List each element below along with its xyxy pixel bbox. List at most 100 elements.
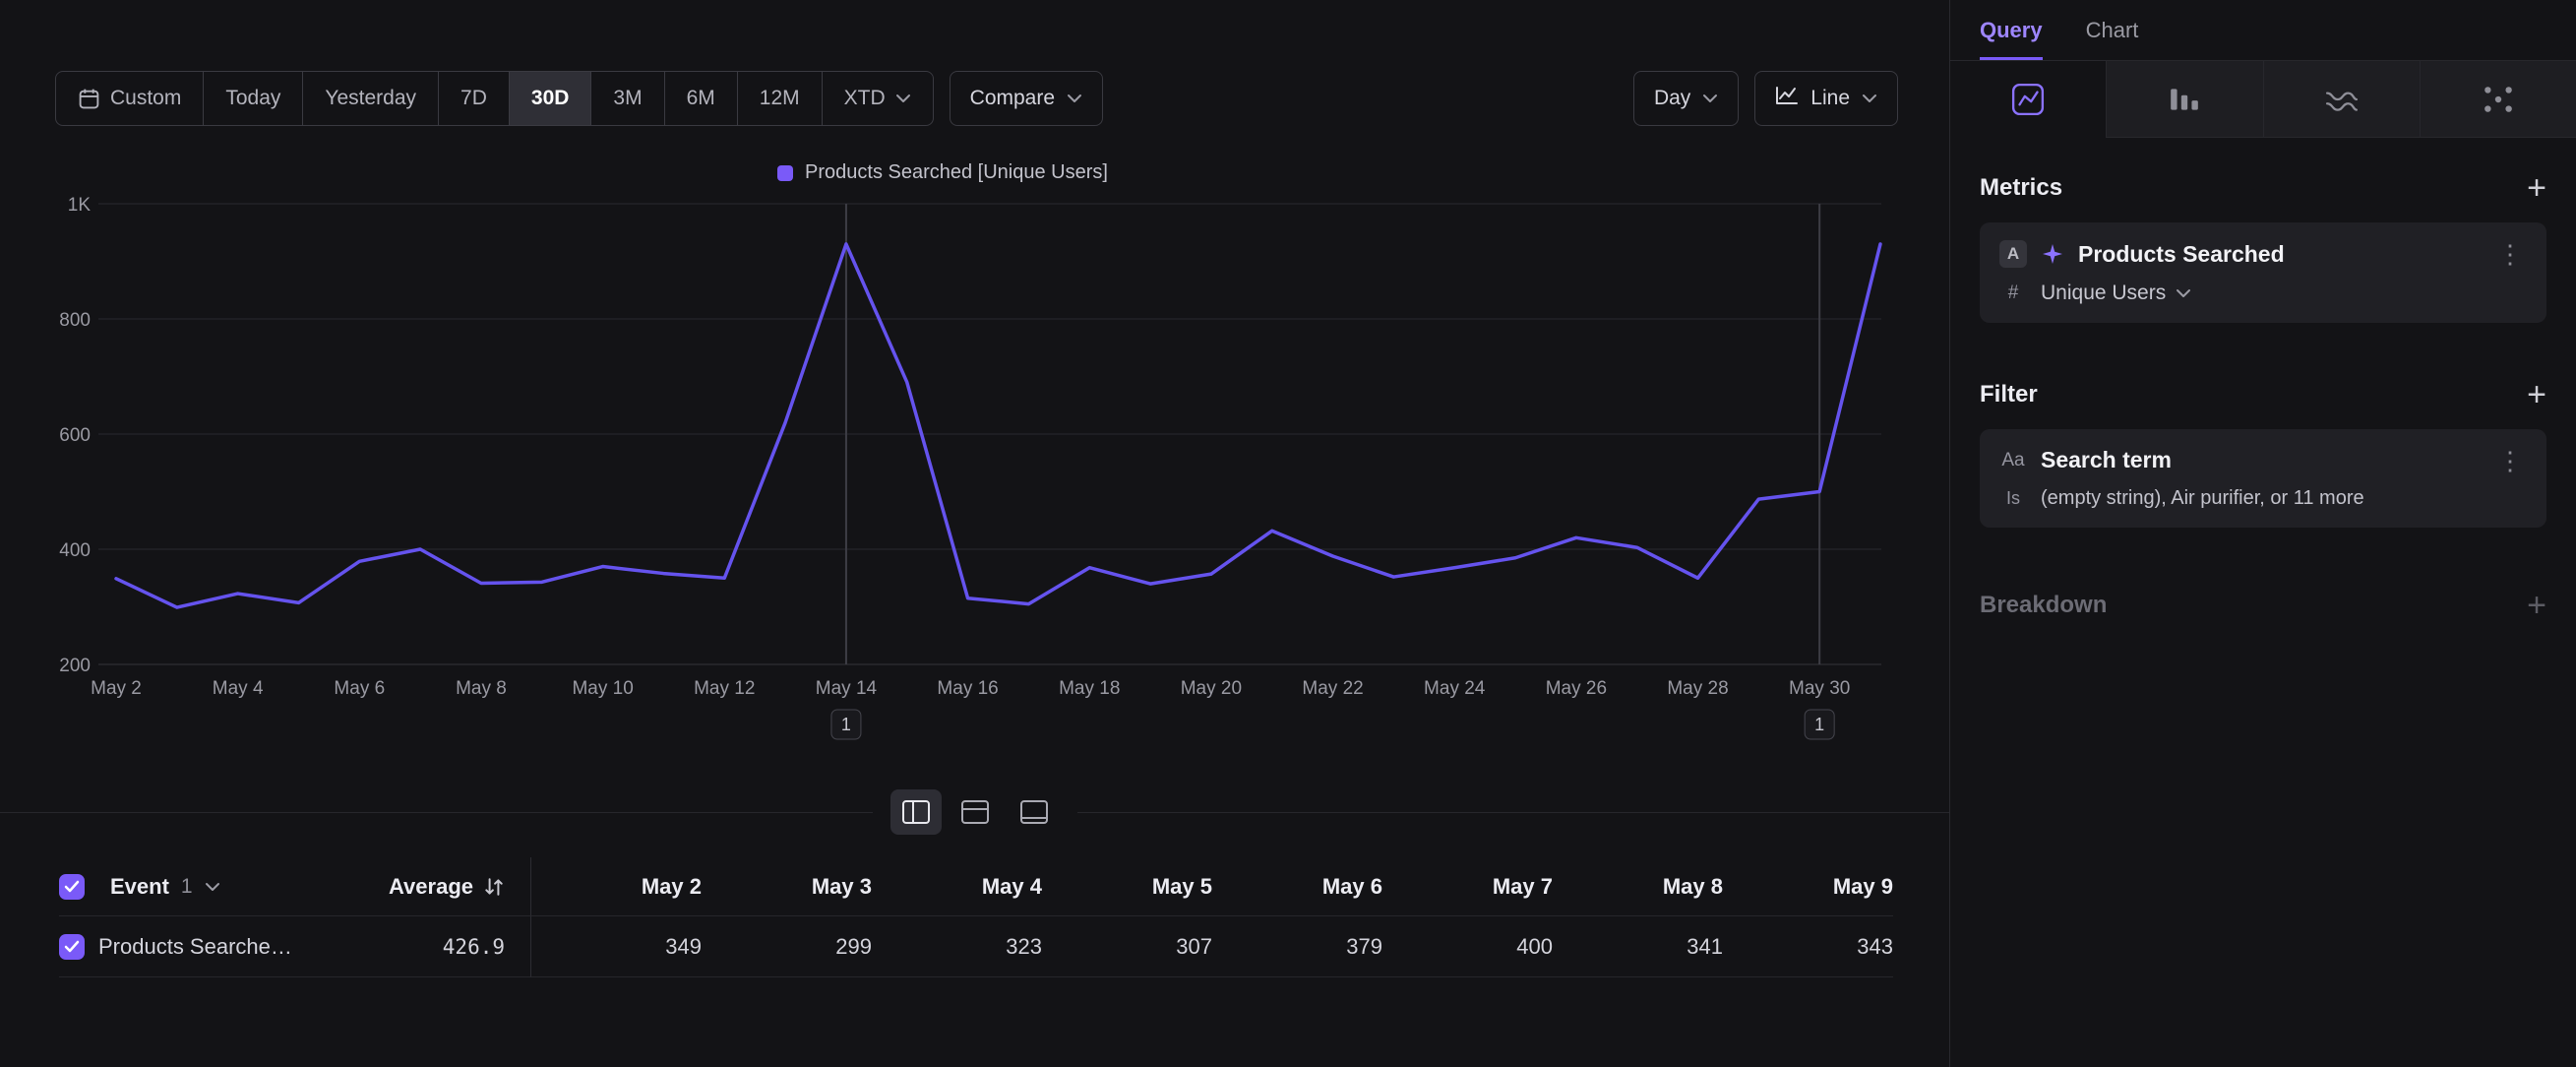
insights-tab[interactable]	[1950, 61, 2106, 138]
x-axis-label: May 28	[1667, 678, 1728, 699]
aggregation-prefix: #	[1999, 282, 2027, 304]
range-30d[interactable]: 30D	[509, 72, 591, 125]
chevron-down-icon	[1067, 94, 1082, 103]
custom-range-icon	[78, 88, 100, 110]
tab-chart[interactable]: Chart	[2086, 0, 2139, 60]
funnels-tab[interactable]	[2106, 61, 2262, 138]
chart-type-dropdown[interactable]: Line	[1754, 71, 1898, 126]
analytics-app: Custom Today Yesterday 7D 30D 3M 6M 12M XTD Comp…	[0, 0, 2576, 1067]
breakdown-section-title: Breakdown	[1980, 592, 2107, 619]
compare-label: Compare	[970, 87, 1055, 110]
range-label: XTD	[844, 87, 886, 110]
x-axis-label: May 8	[456, 678, 507, 699]
filter-card[interactable]: Aa Search term ⋮ Is (empty string), Air …	[1980, 429, 2546, 528]
y-axis-label: 1K	[68, 195, 92, 216]
flows-tab[interactable]	[2420, 61, 2576, 138]
range-label: Custom	[110, 87, 181, 110]
range-custom[interactable]: Custom	[56, 72, 203, 125]
x-axis-label: May 22	[1302, 678, 1363, 699]
y-axis-label: 200	[59, 656, 91, 676]
date-column-header[interactable]: May 8	[1553, 857, 1723, 916]
range-label: 12M	[760, 87, 800, 110]
layout-split-horizontal-button[interactable]	[890, 789, 942, 835]
range-label: 7D	[460, 87, 487, 110]
add-metric-button[interactable]: +	[2527, 173, 2546, 203]
metric-name: Products Searched	[2078, 241, 2480, 268]
breakdown-table: Event 1 Average May 2May 3May 4May 5May …	[59, 857, 1949, 977]
query-panel: Query Chart Metrics +	[1949, 0, 2576, 1067]
report-main: Custom Today Yesterday 7D 30D 3M 6M 12M XTD Comp…	[0, 0, 1949, 1067]
date-column-header[interactable]: May 5	[1042, 857, 1212, 916]
range-label: 30D	[531, 87, 570, 110]
range-7d[interactable]: 7D	[438, 72, 509, 125]
row-checkbox[interactable]	[59, 934, 85, 960]
x-axis-label: May 6	[334, 678, 385, 699]
series-line	[116, 244, 1880, 607]
select-all-checkbox[interactable]	[59, 874, 85, 900]
granularity-dropdown[interactable]: Day	[1633, 71, 1739, 126]
x-axis-label: May 10	[572, 678, 633, 699]
average-header-label: Average	[389, 874, 473, 900]
layout-split-vertical-button[interactable]	[950, 789, 1001, 835]
granularity-label: Day	[1654, 87, 1690, 110]
layout-chart-only-icon	[1018, 798, 1050, 826]
chevron-down-icon	[1862, 94, 1877, 103]
chevron-down-icon	[895, 94, 911, 103]
row-value-cell: 341	[1553, 916, 1723, 977]
panel-tabs: Query Chart	[1950, 0, 2576, 61]
chevron-down-icon	[1702, 94, 1718, 103]
table-row-event-cell: Products Searched [Un...	[59, 916, 305, 977]
range-xtd[interactable]: XTD	[822, 72, 933, 125]
date-column-header[interactable]: May 2	[531, 857, 702, 916]
date-column-header[interactable]: May 7	[1382, 857, 1553, 916]
filter-options-button[interactable]: ⋮	[2493, 448, 2527, 473]
event-count: 1	[181, 875, 193, 899]
check-icon	[64, 880, 80, 893]
row-value-cell: 299	[702, 916, 872, 977]
query-builder: Metrics + A Products Searched ⋮ # Unique…	[1950, 138, 2576, 620]
chevron-down-icon	[2176, 288, 2191, 298]
range-12m[interactable]: 12M	[737, 72, 822, 125]
compare-button[interactable]: Compare	[950, 71, 1103, 126]
range-label: 6M	[687, 87, 715, 110]
row-value-cell: 307	[1042, 916, 1212, 977]
line-chart[interactable]: 2004006008001K11May 2May 4May 6May 8May …	[53, 190, 1885, 759]
x-axis-label: May 24	[1424, 678, 1486, 699]
retention-tab[interactable]	[2263, 61, 2420, 138]
layout-split-horizontal-icon	[900, 798, 932, 826]
tab-chart-label: Chart	[2086, 18, 2139, 43]
date-column-header[interactable]: May 3	[702, 857, 872, 916]
y-axis-label: 600	[59, 425, 91, 446]
aggregation-dropdown[interactable]: Unique Users	[2041, 282, 2191, 305]
range-label: 3M	[613, 87, 642, 110]
filter-value[interactable]: (empty string), Air purifier, or 11 more	[2041, 487, 2364, 510]
date-column-header[interactable]: May 4	[872, 857, 1042, 916]
date-column-header[interactable]: May 9	[1723, 857, 1893, 916]
x-axis-label: May 20	[1181, 678, 1242, 699]
date-column-header[interactable]: May 6	[1212, 857, 1382, 916]
sort-icon[interactable]	[483, 876, 505, 898]
x-axis-label: May 16	[937, 678, 998, 699]
metric-options-button[interactable]: ⋮	[2493, 241, 2527, 267]
chart-type-label: Line	[1810, 87, 1850, 110]
chevron-down-icon	[205, 882, 220, 892]
range-label: Today	[225, 87, 280, 110]
range-today[interactable]: Today	[203, 72, 302, 125]
add-breakdown-button[interactable]: +	[2527, 591, 2546, 620]
range-6m[interactable]: 6M	[664, 72, 737, 125]
event-column-header[interactable]: Event 1	[59, 857, 305, 916]
x-axis-label: May 14	[816, 678, 878, 699]
row-average-value: 426.9	[305, 916, 531, 977]
metric-card[interactable]: A Products Searched ⋮ # Unique Users	[1980, 222, 2546, 323]
tab-query[interactable]: Query	[1980, 0, 2043, 60]
layout-chart-only-button[interactable]	[1009, 789, 1060, 835]
range-yesterday[interactable]: Yesterday	[302, 72, 438, 125]
row-value-cell: 379	[1212, 916, 1382, 977]
row-value-cell: 400	[1382, 916, 1553, 977]
average-column-header[interactable]: Average	[305, 857, 531, 916]
event-header-label: Event	[110, 874, 169, 900]
add-filter-button[interactable]: +	[2527, 380, 2546, 409]
metrics-section-title: Metrics	[1980, 174, 2062, 202]
x-axis-label: May 30	[1789, 678, 1850, 699]
range-3m[interactable]: 3M	[590, 72, 663, 125]
